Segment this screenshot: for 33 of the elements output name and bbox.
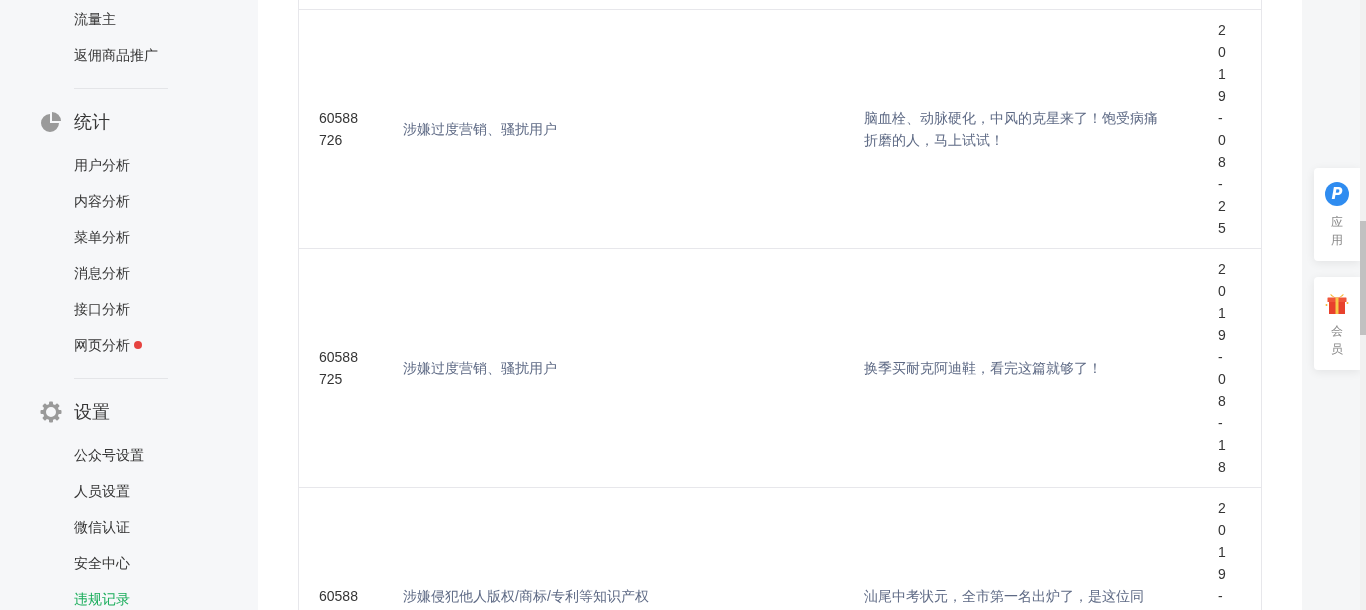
table-cell-text: 涉嫌侵犯他人版权/商标/专利等知识产权 — [403, 587, 649, 606]
sidebar-section-title: 统计 — [74, 111, 110, 134]
sidebar-link[interactable]: 用户分析 — [74, 154, 130, 176]
table-cell-text: 2019-08-25 — [1218, 21, 1226, 238]
table-cell-text: 60588726 — [319, 109, 359, 150]
sidebar-link[interactable]: 公众号设置 — [74, 444, 144, 466]
table-cell-text: 60588725 — [319, 348, 359, 389]
sidebar-link[interactable]: 接口分析 — [74, 298, 130, 320]
table-cell-text: 60588 — [319, 587, 359, 606]
side-shortcut-button[interactable]: 会员 — [1314, 277, 1360, 370]
sidebar-link[interactable]: 内容分析 — [74, 190, 130, 212]
sidebar-link[interactable]: 菜单分析 — [74, 226, 130, 248]
table-cell-text: 涉嫌过度营销、骚扰用户 — [403, 359, 557, 378]
table-cell-text: 脑血栓、动脉硬化，中风的克星来了！饱受病痛折磨的人，马上试试！ — [864, 109, 1159, 150]
table-cell-text: 2019- — [1218, 499, 1226, 606]
sidebar-link[interactable]: 人员设置 — [74, 480, 130, 502]
scrollbar[interactable] — [1360, 0, 1366, 610]
sidebar-link[interactable]: 安全中心 — [74, 552, 130, 574]
side-shortcut-button[interactable]: P 应用 — [1314, 168, 1360, 261]
sidebar-link[interactable]: 返佣商品推广 — [74, 44, 158, 66]
table-cell-text: 2019-08-18 — [1218, 260, 1226, 477]
sidebar-link[interactable]: 消息分析 — [74, 262, 130, 284]
sidebar-link[interactable]: 网页分析 — [74, 334, 130, 356]
app-logo-icon: P — [1325, 182, 1349, 206]
sidebar-link[interactable]: 流量主 — [74, 8, 116, 30]
table-cell-text: 涉嫌过度营销、骚扰用户 — [403, 120, 557, 139]
pie-chart-icon — [40, 111, 62, 133]
sidebar-section-title: 设置 — [74, 401, 110, 424]
scrollbar-thumb[interactable] — [1360, 221, 1366, 335]
table-cell-text: 汕尾中考状元，全市第一名出炉了，是这位同 — [864, 587, 1144, 606]
settings-icon — [40, 401, 62, 423]
table-cell-text: 换季买耐克阿迪鞋，看完这篇就够了！ — [864, 359, 1102, 378]
sidebar-link[interactable]: 微信认证 — [74, 516, 130, 538]
